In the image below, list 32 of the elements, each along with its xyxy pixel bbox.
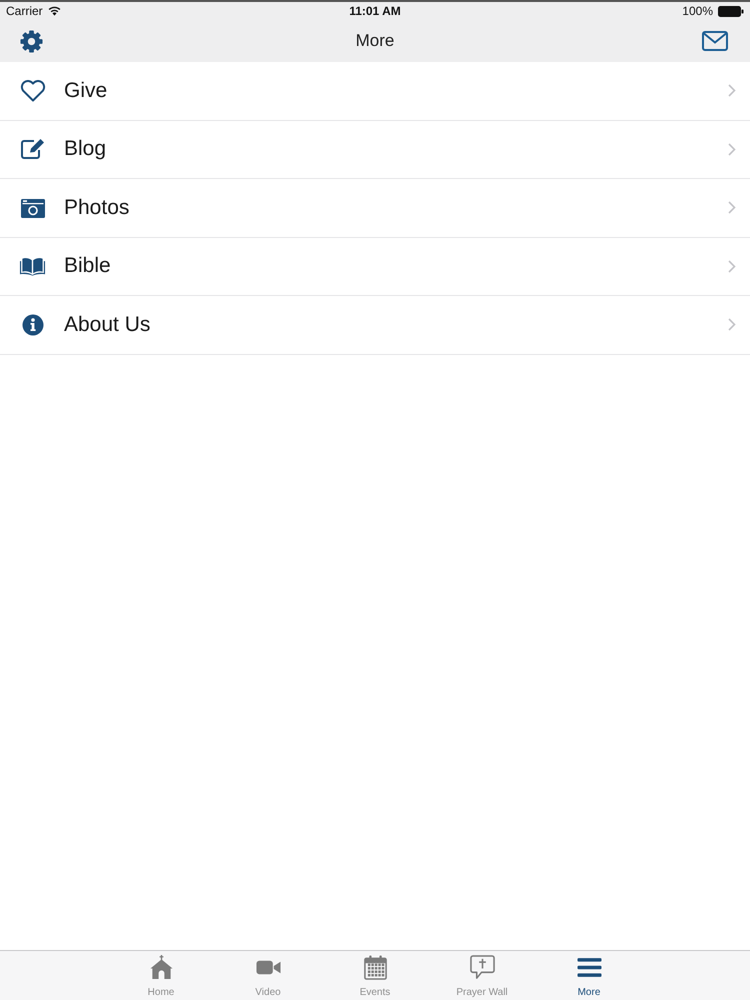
chevron-right-icon (728, 260, 736, 273)
camera-icon (20, 196, 46, 219)
battery-icon (718, 6, 744, 16)
menu-item-label: Blog (64, 137, 108, 162)
calendar-icon (362, 955, 388, 980)
mail-button[interactable] (700, 29, 730, 53)
edit-icon (20, 138, 46, 160)
menu-item-label: Photos (64, 196, 130, 220)
wifi-icon (48, 6, 61, 16)
chevron-right-icon (728, 318, 736, 332)
menu-item[interactable]: Blog (0, 120, 750, 179)
chevron-right-icon (728, 201, 736, 214)
menu-item-label: About Us (64, 312, 152, 337)
chevron-right-icon (728, 142, 736, 156)
screen-title: More (356, 31, 394, 51)
battery-percentage: 100% (682, 4, 713, 18)
menu-icon (576, 955, 602, 980)
menu-item[interactable]: Bible (0, 238, 750, 296)
open-book-icon (19, 256, 46, 276)
menu-item-label: Give (64, 78, 108, 103)
tab-item[interactable]: More (536, 951, 642, 1000)
envelope-icon (702, 31, 728, 51)
menu-item-label: Bible (64, 254, 112, 278)
settings-icon (20, 30, 43, 52)
settings-button[interactable] (18, 28, 45, 54)
status-time: 11:01 AM (349, 4, 401, 18)
speech-bubble-cross-icon (470, 955, 494, 980)
chevron-right-icon (728, 84, 736, 98)
church-icon (148, 955, 174, 980)
heart-icon (20, 80, 46, 102)
info-icon (22, 314, 44, 336)
carrier-name: Carrier (6, 4, 43, 18)
